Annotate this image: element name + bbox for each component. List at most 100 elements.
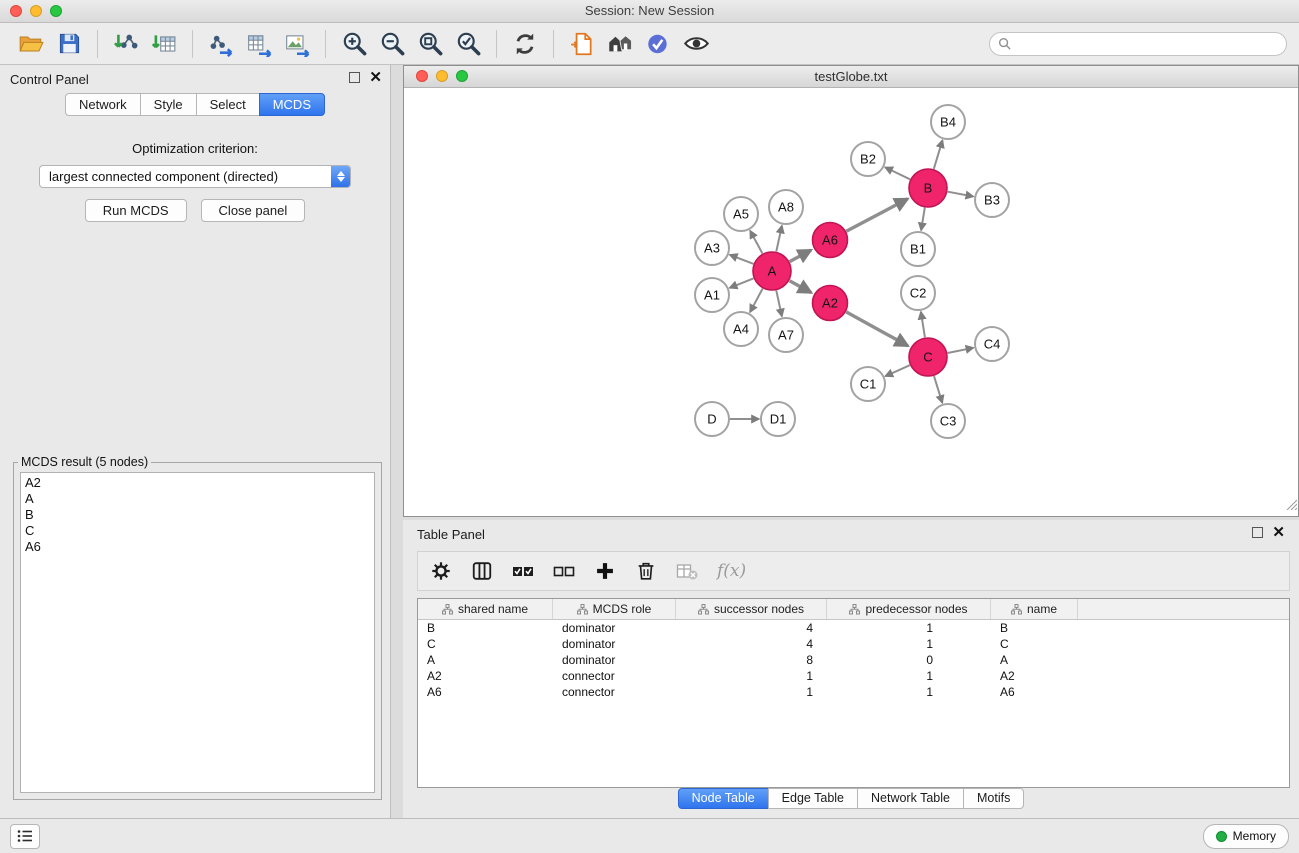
memory-button[interactable]: Memory [1203,824,1289,849]
show-details-button[interactable] [680,27,712,61]
edge-A2-C[interactable] [846,312,908,346]
node-D[interactable]: D [695,402,729,436]
tab-style[interactable]: Style [140,93,197,116]
node-A5[interactable]: A5 [724,197,758,231]
network-canvas[interactable]: B4B2BB3A5A8A6A3B1AC2A1A2A4A7C4CC1C3DD1 [404,88,1298,516]
edge-C-C1[interactable] [885,365,910,376]
resize-grip[interactable] [1285,497,1297,515]
table-row[interactable]: A2connector11A2 [418,668,1289,684]
result-item[interactable]: A2 [25,475,370,491]
node-B4[interactable]: B4 [931,105,965,139]
import-network-button[interactable] [110,27,142,61]
zoom-view-button[interactable] [456,70,468,82]
show-columns-button[interactable] [469,558,495,584]
zoom-selected-button[interactable] [452,27,484,61]
node-A[interactable]: A [753,252,791,290]
open-document-button[interactable] [566,27,598,61]
search-field[interactable] [989,32,1287,56]
add-column-button[interactable] [592,558,618,584]
node-A3[interactable]: A3 [695,231,729,265]
edge-A-A6[interactable] [790,250,811,262]
tab-motifs[interactable]: Motifs [963,788,1024,809]
function-builder-button[interactable]: f(x) [717,561,746,581]
edge-A-A2[interactable] [790,281,812,293]
edge-C-C2[interactable] [921,312,925,337]
mcds-result-list[interactable]: A2ABCA6 [20,472,375,793]
edge-B-B4[interactable] [934,140,943,169]
edge-A-A4[interactable] [750,289,763,313]
edge-A-A3[interactable] [730,255,754,264]
criterion-select[interactable]: largest connected component (directed) [39,165,351,188]
node-C2[interactable]: C2 [901,276,935,310]
edge-A-A5[interactable] [750,231,762,254]
zoom-out-button[interactable] [376,27,408,61]
node-C4[interactable]: C4 [975,327,1009,361]
zoom-fit-button[interactable] [414,27,446,61]
node-A4[interactable]: A4 [724,312,758,346]
close-window-button[interactable] [10,5,22,17]
table-settings-button[interactable] [428,558,454,584]
node-C[interactable]: C [909,338,947,376]
minimize-window-button[interactable] [30,5,42,17]
tab-mcds[interactable]: MCDS [259,93,325,116]
edge-A-A1[interactable] [730,278,754,288]
column-header-name[interactable]: name [991,599,1078,619]
node-C3[interactable]: C3 [931,404,965,438]
node-C1[interactable]: C1 [851,367,885,401]
delete-column-button[interactable] [633,558,659,584]
close-panel-icon[interactable]: ✕ [369,72,382,83]
task-history-button[interactable] [10,824,40,849]
edge-A-A8[interactable] [776,226,782,252]
table-row[interactable]: Bdominator41B [418,620,1289,636]
edge-A6-B[interactable] [846,199,907,232]
node-B[interactable]: B [909,169,947,207]
node-A2[interactable]: A2 [813,286,848,321]
zoom-in-button[interactable] [338,27,370,61]
refresh-layout-button[interactable] [509,27,541,61]
float-table-panel-icon[interactable] [1252,527,1263,538]
node-B2[interactable]: B2 [851,142,885,176]
search-input[interactable] [1016,35,1278,52]
network-overview-button[interactable] [604,27,636,61]
tab-network-table[interactable]: Network Table [857,788,964,809]
edge-C-C4[interactable] [948,348,974,353]
run-mcds-button[interactable]: Run MCDS [85,199,187,222]
select-all-button[interactable] [510,558,536,584]
export-image-button[interactable] [281,27,313,61]
zoom-window-button[interactable] [50,5,62,17]
edge-C-C3[interactable] [934,376,942,403]
column-header-shared-name[interactable]: shared name [418,599,553,619]
tab-edge-table[interactable]: Edge Table [768,788,858,809]
deselect-all-button[interactable] [551,558,577,584]
float-panel-icon[interactable] [349,72,360,83]
node-A8[interactable]: A8 [769,190,803,224]
table-row[interactable]: Cdominator41C [418,636,1289,652]
node-D1[interactable]: D1 [761,402,795,436]
edge-B-B1[interactable] [921,208,925,231]
export-network-button[interactable] [205,27,237,61]
tab-node-table[interactable]: Node Table [678,788,769,809]
open-file-button[interactable] [15,27,47,61]
export-table-button[interactable] [243,27,275,61]
node-table[interactable]: shared nameMCDS rolesuccessor nodesprede… [417,598,1290,788]
apply-style-button[interactable] [642,27,674,61]
import-table-button[interactable] [148,27,180,61]
column-header-successor-nodes[interactable]: successor nodes [676,599,827,619]
delete-table-button[interactable] [674,558,700,584]
minimize-view-button[interactable] [436,70,448,82]
close-view-button[interactable] [416,70,428,82]
node-A1[interactable]: A1 [695,278,729,312]
table-row[interactable]: Adominator80A [418,652,1289,668]
edge-B-B2[interactable] [885,167,910,179]
close-panel-button[interactable]: Close panel [201,199,306,222]
column-header-mcds-role[interactable]: MCDS role [553,599,676,619]
node-B1[interactable]: B1 [901,232,935,266]
close-table-panel-icon[interactable]: ✕ [1272,527,1285,538]
column-header-predecessor-nodes[interactable]: predecessor nodes [827,599,991,619]
network-canvas-svg[interactable]: B4B2BB3A5A8A6A3B1AC2A1A2A4A7C4CC1C3DD1 [404,88,1298,516]
node-A7[interactable]: A7 [769,318,803,352]
save-session-button[interactable] [53,27,85,61]
result-item[interactable]: A [25,491,370,507]
edge-B-B3[interactable] [948,192,974,197]
tab-select[interactable]: Select [196,93,260,116]
